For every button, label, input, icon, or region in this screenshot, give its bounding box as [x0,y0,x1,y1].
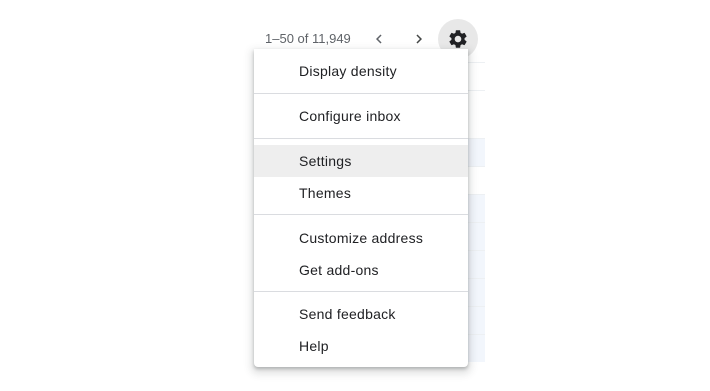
list-item [466,222,485,250]
menu-item-label: Help [299,338,329,354]
pagination-count: 1–50 of 11,949 [265,31,351,46]
chevron-left-icon [376,34,382,44]
settings-menu: Display density Configure inbox Settings… [254,49,468,367]
next-page-button[interactable] [407,27,431,51]
gmail-toolbar-area: 1–50 of 11,949 Display density Configure… [0,0,710,391]
menu-item-themes[interactable]: Themes [254,177,468,209]
list-item [466,306,485,334]
menu-item-label: Customize address [299,230,424,246]
list-item [466,166,485,194]
menu-item-label: Themes [299,185,352,201]
list-item [466,334,485,362]
list-item [466,278,485,306]
list-item [466,138,485,166]
previous-page-button[interactable] [367,27,391,51]
menu-item-help[interactable]: Help [254,330,468,362]
menu-divider [254,214,468,215]
list-item [466,250,485,278]
menu-item-label: Get add-ons [299,262,379,278]
email-list-background [466,62,485,369]
menu-item-label: Configure inbox [299,108,401,124]
menu-item-settings[interactable]: Settings [254,145,468,177]
menu-item-display-density[interactable]: Display density [254,55,468,87]
menu-item-label: Display density [299,63,397,79]
menu-item-get-add-ons[interactable]: Get add-ons [254,254,468,286]
list-item [466,90,485,118]
menu-item-send-feedback[interactable]: Send feedback [254,298,468,330]
menu-item-customize-address[interactable]: Customize address [254,222,468,254]
gear-icon [449,30,467,48]
menu-divider [254,93,468,94]
menu-divider [254,291,468,292]
list-item [466,194,485,222]
menu-item-label: Settings [299,153,352,169]
menu-item-configure-inbox[interactable]: Configure inbox [254,100,468,132]
list-item [466,62,485,90]
menu-item-label: Send feedback [299,306,396,322]
menu-divider [254,138,468,139]
chevron-right-icon [416,34,422,44]
